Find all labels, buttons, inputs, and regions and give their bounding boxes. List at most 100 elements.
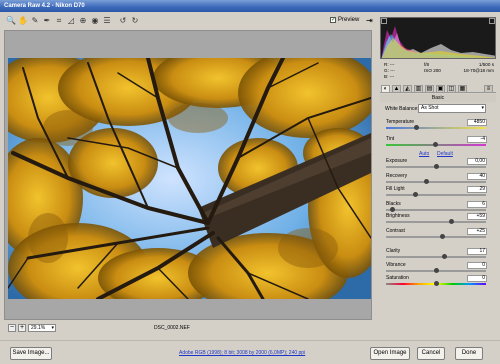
slider-track[interactable] bbox=[386, 125, 486, 130]
g-value: --- bbox=[390, 68, 395, 73]
white-balance-tool-icon[interactable]: ✎ bbox=[30, 16, 40, 26]
tab-hsl[interactable]: ▥ bbox=[414, 85, 423, 93]
tab-split-toning[interactable]: ▤ bbox=[425, 85, 434, 93]
slider-thumb[interactable] bbox=[441, 254, 447, 259]
r-label: R: bbox=[384, 62, 389, 67]
slider-value-field[interactable]: 0,00 bbox=[467, 158, 487, 165]
g-label: G: bbox=[384, 68, 389, 73]
tab-detail[interactable]: ◭ bbox=[403, 85, 412, 93]
slider-label: Fill Light bbox=[386, 186, 405, 192]
slider-thumb[interactable] bbox=[413, 125, 419, 130]
slider-label: Clarity bbox=[386, 248, 401, 254]
slider-label: Tint bbox=[386, 136, 395, 142]
tab-basic[interactable]: ◐ bbox=[381, 85, 390, 93]
r-value: --- bbox=[389, 62, 395, 67]
straighten-tool-icon[interactable]: ◿ bbox=[66, 16, 76, 26]
status-bar: − + 29.1% ▾ DSC_0002.NEF bbox=[4, 322, 372, 334]
slider-track[interactable] bbox=[386, 219, 486, 224]
window-title: Camera Raw 4.2 - Nikon D70 bbox=[0, 0, 500, 12]
slider-thumb[interactable] bbox=[448, 219, 454, 224]
highlight-clipping-warning-icon[interactable] bbox=[489, 18, 495, 24]
tab-presets[interactable]: ▦ bbox=[458, 85, 467, 93]
tab-lens-corrections[interactable]: ▣ bbox=[436, 85, 445, 93]
white-balance-select[interactable]: As Shot ▾ bbox=[418, 104, 486, 113]
panel-title: Basic bbox=[380, 94, 496, 102]
toolbar: 🔍 ✋ ✎ ✒ ⌗ ◿ ⊕ ◉ ☰ ↺ ↻ ✓ Preview ⇥ bbox=[0, 12, 376, 30]
histogram bbox=[380, 17, 496, 59]
default-link[interactable]: Default bbox=[437, 151, 453, 157]
iso-value: ISO 200 bbox=[424, 68, 441, 73]
zoom-out-button[interactable]: − bbox=[8, 324, 16, 332]
slider-thumb[interactable] bbox=[433, 164, 439, 169]
bottom-bar: Save Image... Adobe RGB (1998); 8 bit; 3… bbox=[0, 340, 500, 364]
slider-track[interactable] bbox=[386, 281, 486, 286]
slider-value-field[interactable]: 40 bbox=[467, 173, 487, 180]
tab-tone-curve[interactable]: ▲ bbox=[392, 85, 401, 93]
preview-toggle[interactable]: ✓ Preview bbox=[330, 17, 359, 23]
tab-camera-calibration[interactable]: ◫ bbox=[447, 85, 456, 93]
slider-track[interactable] bbox=[386, 234, 486, 239]
panel-menu-icon[interactable]: ≡ bbox=[484, 85, 493, 93]
slider-value-field[interactable]: 4850 bbox=[467, 119, 487, 126]
auto-link[interactable]: Auto bbox=[419, 151, 429, 157]
b-value: --- bbox=[389, 74, 395, 79]
slider-track[interactable] bbox=[386, 179, 486, 184]
slider-label: Temperature bbox=[386, 119, 415, 125]
slider-value-field[interactable]: 29 bbox=[467, 186, 487, 193]
red-eye-tool-icon[interactable]: ◉ bbox=[90, 16, 100, 26]
fullscreen-icon[interactable]: ⇥ bbox=[366, 16, 375, 26]
slider-track[interactable] bbox=[386, 207, 486, 212]
slider-value-field[interactable]: 0 bbox=[467, 275, 487, 282]
preferences-icon[interactable]: ☰ bbox=[102, 16, 112, 26]
slider-thumb[interactable] bbox=[432, 142, 438, 147]
b-label: B: bbox=[384, 74, 389, 79]
done-button[interactable]: Done bbox=[455, 347, 483, 360]
rotate-right-icon[interactable]: ↻ bbox=[130, 16, 140, 26]
preview-label: Preview bbox=[338, 17, 360, 23]
hand-tool-icon[interactable]: ✋ bbox=[18, 16, 28, 26]
preview-image[interactable] bbox=[8, 58, 371, 299]
slider-track[interactable] bbox=[386, 254, 486, 259]
slider-value-field[interactable]: +25 bbox=[467, 228, 487, 235]
slider-track[interactable] bbox=[386, 192, 486, 197]
slider-label: Recovery bbox=[386, 173, 408, 179]
zoom-level-select[interactable]: 29.1% ▾ bbox=[28, 324, 56, 332]
slider-thumb[interactable] bbox=[439, 234, 445, 239]
slider-thumb[interactable] bbox=[433, 281, 439, 286]
slider-label: Exposure bbox=[386, 158, 408, 164]
slider-value-field[interactable]: 0 bbox=[467, 262, 487, 269]
panel-tabs: ◐ ▲ ◭ ▥ ▤ ▣ ◫ ▦ ≡ bbox=[380, 84, 496, 93]
workflow-options-link[interactable]: Adobe RGB (1998); 8 bit; 3008 by 2000 (6… bbox=[179, 350, 305, 356]
slider-thumb[interactable] bbox=[433, 268, 439, 273]
slider-thumb[interactable] bbox=[423, 179, 429, 184]
slider-value-field[interactable]: 6 bbox=[467, 201, 487, 208]
crop-tool-icon[interactable]: ⌗ bbox=[54, 16, 64, 26]
slider-label: Vibrance bbox=[386, 262, 406, 268]
open-image-button[interactable]: Open Image bbox=[370, 347, 410, 360]
color-sampler-tool-icon[interactable]: ✒ bbox=[42, 16, 52, 26]
retouch-tool-icon[interactable]: ⊕ bbox=[78, 16, 88, 26]
zoom-level-value: 29.1% bbox=[31, 325, 46, 331]
tree-canopy-photo bbox=[8, 58, 371, 299]
rotate-left-icon[interactable]: ↺ bbox=[118, 16, 128, 26]
slider-label: Saturation bbox=[386, 275, 409, 281]
slider-thumb[interactable] bbox=[389, 207, 395, 212]
chevron-down-icon: ▾ bbox=[481, 105, 484, 111]
slider-value-field[interactable]: +59 bbox=[467, 213, 487, 220]
zoom-tool-icon[interactable]: 🔍 bbox=[6, 16, 16, 26]
slider-label: Contrast bbox=[386, 228, 405, 234]
white-balance-label: White Balance: bbox=[385, 106, 419, 112]
save-image-button[interactable]: Save Image... bbox=[10, 347, 52, 360]
slider-value-field[interactable]: 17 bbox=[467, 248, 487, 255]
preview-checkbox[interactable]: ✓ bbox=[330, 17, 336, 23]
lens-value: 18-70@18 mm bbox=[463, 68, 494, 73]
zoom-in-button[interactable]: + bbox=[18, 324, 26, 332]
slider-track[interactable] bbox=[386, 164, 486, 169]
slider-track[interactable] bbox=[386, 142, 486, 147]
slider-value-field[interactable]: -4 bbox=[467, 136, 487, 143]
slider-label: Blacks bbox=[386, 201, 401, 207]
slider-thumb[interactable] bbox=[412, 192, 418, 197]
slider-track[interactable] bbox=[386, 268, 486, 273]
cancel-button[interactable]: Cancel bbox=[417, 347, 445, 360]
shadow-clipping-warning-icon[interactable] bbox=[381, 18, 387, 24]
